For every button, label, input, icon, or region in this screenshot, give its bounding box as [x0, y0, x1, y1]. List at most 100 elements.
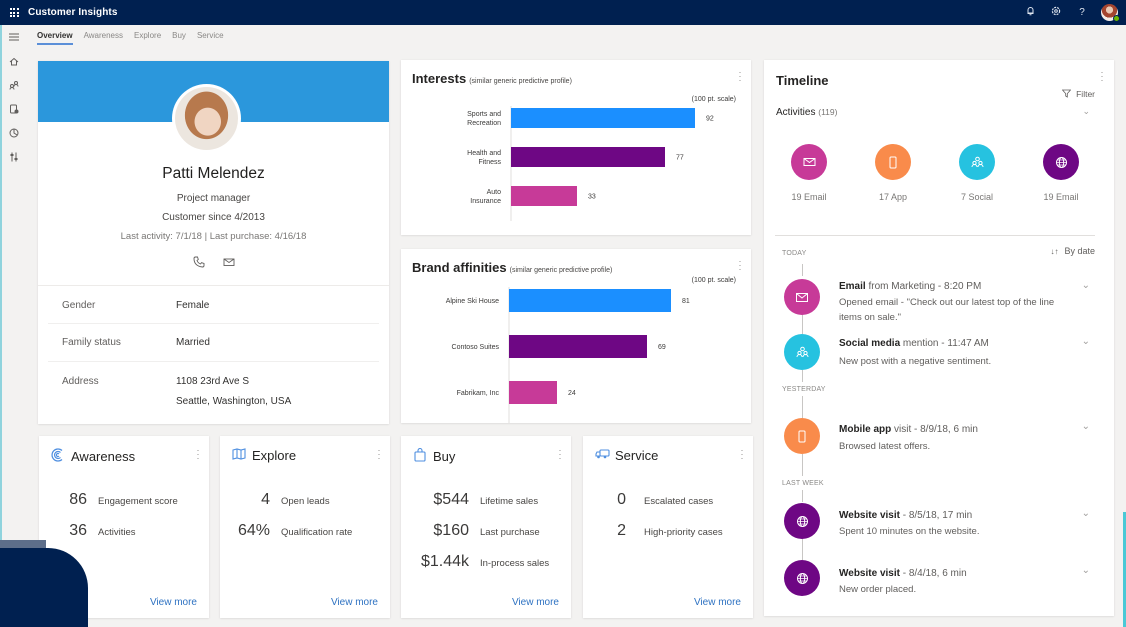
customer-since: Customer since 4/2013 [162, 212, 265, 223]
tab-explore[interactable]: Explore [134, 31, 161, 45]
category-label: Fitness [478, 159, 501, 166]
kpi-title: Buy [433, 449, 456, 464]
activity-summary-email[interactable]: 19 Email [774, 144, 844, 202]
explore-card: Explore · · · 4 Open leads 64% Qualification… [220, 436, 390, 618]
timeline-card: Timeline · · · Filter Activities (119) ⌄ 1… [764, 60, 1114, 616]
scale-label: (100 pt. scale) [692, 277, 736, 284]
kpi-label: In-process sales [480, 558, 550, 569]
activity-summary-app[interactable]: 17 App [858, 144, 928, 202]
tab-service[interactable]: Service [197, 31, 224, 45]
more-options-icon[interactable]: · · · [1100, 68, 1104, 85]
kpi-label: Open leads [281, 496, 330, 507]
category-label: Fabrikam, Inc [457, 390, 500, 397]
bar-value-label: 77 [676, 155, 684, 162]
tab-overview[interactable]: Overview [37, 31, 73, 45]
kpi-value: $1.44k [420, 553, 469, 570]
truck-icon [595, 448, 610, 463]
interests-chart: (100 pt. scale) 92 Sports and Recreation 77 H… [467, 96, 736, 221]
email-icon [791, 144, 827, 180]
buy-card: Buy · · · $544 Lifetime sales $160 Last purc… [401, 436, 571, 618]
timeline-title: Timeline [776, 73, 829, 88]
timeline-day-label: YESTERDAY [782, 386, 826, 393]
profiles-icon[interactable] [2, 97, 26, 121]
chevron-down-icon[interactable]: ⌄ [1082, 106, 1090, 117]
property-value: Married [176, 337, 210, 348]
app-launcher-button[interactable] [0, 0, 28, 25]
kpi-value: $160 [433, 522, 469, 539]
category-label: Recreation [467, 120, 501, 127]
property-value: Female [176, 300, 210, 311]
chevron-down-icon[interactable]: ⌄ [1082, 336, 1090, 347]
segments-icon[interactable] [2, 73, 26, 97]
help-icon[interactable]: ? [1069, 7, 1095, 18]
chevron-down-icon[interactable]: ⌄ [1082, 280, 1090, 291]
left-nav [0, 25, 26, 627]
timeline-item-desc: New order placed. [839, 584, 917, 595]
social-icon [784, 334, 820, 370]
category-label: Insurance [470, 198, 501, 205]
kpi-value: 2 [617, 522, 626, 539]
insights-icon[interactable] [2, 121, 26, 145]
bar-value-label: 69 [658, 344, 666, 351]
view-more-link[interactable]: View more [331, 597, 378, 608]
filter-button[interactable]: Filter [1061, 89, 1095, 99]
send-email-icon[interactable] [223, 256, 235, 271]
tab-buy[interactable]: Buy [172, 31, 186, 45]
timeline-item-title: Website visit - 8/4/18, 6 min [839, 568, 967, 579]
globe-icon [784, 503, 820, 539]
settings-icon[interactable] [2, 145, 26, 169]
view-more-link[interactable]: View more [150, 597, 197, 608]
category-label: Contoso Suites [452, 344, 500, 351]
kpi-title: Service [615, 448, 659, 463]
activity-summary-social[interactable]: 7 Social [942, 144, 1012, 202]
timeline-item-desc: Browsed latest offers. [839, 441, 931, 452]
kpi-label: High-priority cases [644, 527, 723, 538]
tab-bar: Overview Awareness Explore Buy Service [37, 31, 224, 45]
view-more-link[interactable]: View more [694, 597, 741, 608]
awareness-icon [51, 448, 65, 465]
more-options-icon[interactable]: · · · [377, 446, 381, 463]
gear-icon[interactable] [1043, 6, 1069, 19]
kpi-value: $544 [433, 491, 469, 508]
hamburger-icon[interactable] [2, 25, 26, 49]
waffle-icon [9, 8, 19, 17]
property-label: Family status [62, 337, 121, 348]
chevron-down-icon[interactable]: ⌄ [1082, 508, 1090, 519]
kpi-label: Last purchase [480, 527, 540, 538]
home-icon[interactable] [2, 49, 26, 73]
sort-by-date-button[interactable]: ↓↑ By date [1050, 246, 1095, 256]
top-bar: Customer Insights ? [0, 0, 1126, 25]
bar-value-label: 33 [588, 194, 596, 201]
timeline-day-label: TODAY [782, 250, 807, 257]
profile-job-title: Project manager [176, 193, 251, 204]
kpi-label: Lifetime sales [480, 496, 539, 507]
kpi-value: 86 [69, 491, 87, 508]
category-label: Health and [467, 150, 501, 157]
chevron-down-icon[interactable]: ⌄ [1082, 421, 1090, 432]
bar [509, 381, 557, 404]
phone-call-icon[interactable] [193, 256, 205, 271]
activities-header[interactable]: Activities (119) [776, 107, 837, 118]
activity-summary-web[interactable]: 19 Email [1026, 144, 1096, 202]
more-options-icon[interactable]: · · · [558, 446, 562, 463]
app-title: Customer Insights [28, 7, 118, 18]
timeline-item-desc: Spent 10 minutes on the website. [839, 526, 980, 537]
sort-icon: ↓↑ [1050, 247, 1059, 256]
chevron-down-icon[interactable]: ⌄ [1082, 565, 1090, 576]
bar [509, 289, 671, 312]
kpi-value: 36 [69, 522, 87, 539]
timeline-item-desc: New post with a negative sentiment. [839, 356, 992, 367]
property-value: 1108 23rd Ave S [176, 376, 250, 387]
kpi-value: 0 [617, 491, 626, 508]
view-more-link[interactable]: View more [512, 597, 559, 608]
tab-awareness[interactable]: Awareness [84, 31, 123, 45]
kpi-label: Escalated cases [644, 496, 714, 507]
timeline-day-label: LAST WEEK [782, 480, 824, 487]
more-options-icon[interactable]: · · · [196, 446, 200, 463]
profile-card: Patti Melendez Project manager Customer … [38, 61, 389, 424]
user-avatar[interactable] [1101, 4, 1120, 22]
shopping-bag-icon [413, 447, 427, 465]
more-options-icon[interactable]: · · · [740, 446, 744, 463]
bell-icon[interactable] [1017, 6, 1043, 19]
kpi-value: 4 [261, 491, 270, 508]
